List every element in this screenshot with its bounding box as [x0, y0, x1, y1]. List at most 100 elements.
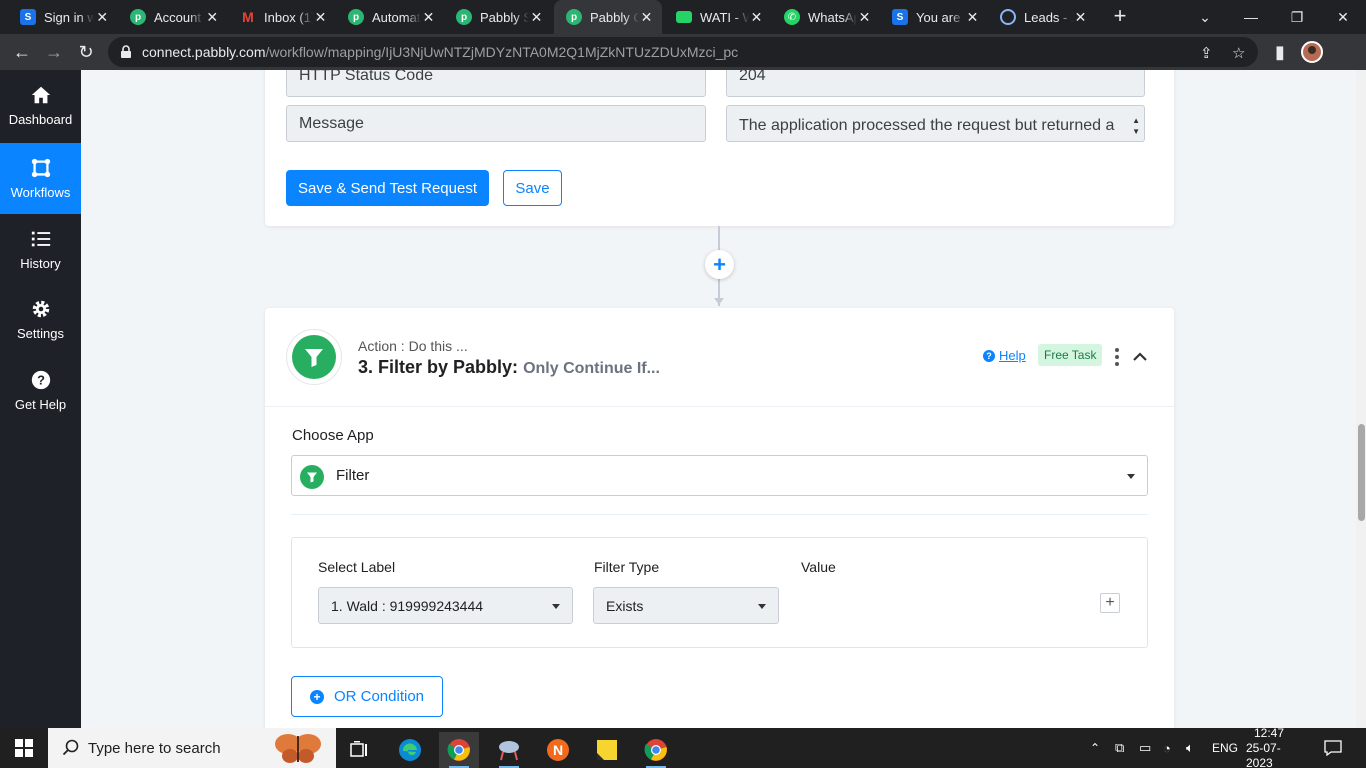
tab-wati[interactable]: WATI - WhatsApp ✕	[664, 0, 772, 34]
close-window-button[interactable]: ✕	[1320, 0, 1366, 34]
tab-gmail[interactable]: M Inbox (1) ✕	[228, 0, 336, 34]
history-icon	[31, 231, 50, 247]
gear-icon	[32, 300, 49, 318]
address-bar[interactable]: connect.pabbly.com/workflow/mapping/IjU3…	[108, 37, 1258, 67]
sidebar-item-get-help[interactable]: ? Get Help	[0, 355, 81, 426]
workflow-canvas: HTTP Status Code 204 Message The applica…	[81, 70, 1356, 728]
taskbar-search-box[interactable]: Type here to search	[48, 728, 336, 768]
tab-pabbly-connect[interactable]: p Pabbly Connect ✕	[554, 0, 662, 34]
tab-leads[interactable]: Leads - Zoho ✕	[988, 0, 1096, 34]
add-step-button[interactable]: +	[705, 250, 734, 279]
tab-automation[interactable]: p Automation ✕	[336, 0, 444, 34]
close-icon[interactable]: ✕	[421, 9, 436, 26]
tray-device-icon[interactable]: ⧉	[1115, 728, 1124, 768]
task-view-icon[interactable]	[340, 732, 380, 768]
close-icon[interactable]: ✕	[965, 9, 980, 26]
help-link[interactable]: ? Help	[983, 348, 1026, 363]
status-code-label-field[interactable]: HTTP Status Code	[286, 70, 706, 97]
tab-account[interactable]: p Account ✕	[118, 0, 228, 34]
save-button[interactable]: Save	[503, 170, 562, 206]
tab-you-are[interactable]: S You are ✕	[880, 0, 988, 34]
sticky-notes-icon[interactable]	[587, 732, 627, 768]
side-panel-icon[interactable]: ▮	[1268, 40, 1292, 64]
browser-tab-strip: S Sign in with Scalefusion ✕ p Account ✕…	[0, 0, 1366, 34]
sidebar-item-settings[interactable]: Settings	[0, 284, 81, 355]
filter-icon	[300, 465, 324, 489]
avatar[interactable]	[1301, 41, 1323, 63]
sidebar-item-workflows[interactable]: Workflows	[0, 143, 81, 214]
close-icon[interactable]: ✕	[639, 9, 654, 26]
new-tab-button[interactable]: +	[1108, 4, 1132, 28]
save-send-test-request-button[interactable]: Save & Send Test Request	[286, 170, 489, 206]
header-divider	[265, 406, 1174, 407]
close-icon[interactable]: ✕	[94, 9, 110, 26]
help-icon: ?	[31, 370, 50, 390]
collapse-chevron-up-icon[interactable]	[1133, 352, 1147, 362]
volume-icon[interactable]: 🔈︎	[1186, 728, 1194, 768]
reload-button[interactable]: ↻	[74, 40, 98, 64]
tab-scalefusion[interactable]: S Sign in with Scalefusion ✕	[8, 0, 118, 34]
pabbly-icon: p	[130, 9, 146, 25]
tray-overflow-icon[interactable]: ⌃	[1090, 728, 1100, 768]
status-code-value-field[interactable]: 204	[726, 70, 1145, 97]
close-icon[interactable]: ✕	[857, 9, 872, 26]
sidebar-item-dashboard[interactable]: Dashboard	[0, 70, 81, 141]
close-icon[interactable]: ✕	[313, 9, 328, 26]
app-n-icon[interactable]: N	[538, 732, 578, 768]
lock-icon	[121, 45, 131, 58]
workflow-icon	[31, 158, 50, 178]
message-label-field[interactable]: Message	[286, 105, 706, 142]
pabbly-icon: p	[566, 9, 582, 25]
forward-button[interactable]: →	[42, 40, 66, 64]
step-title: 3. Filter by Pabbly: Only Continue If...	[358, 357, 660, 377]
whatsapp-icon: ✆	[784, 9, 800, 25]
notification-icon[interactable]	[1324, 728, 1342, 768]
select-label-dropdown[interactable]: 1. Wald : 919999243444	[318, 587, 573, 624]
close-icon[interactable]: ✕	[529, 9, 544, 26]
value-header: Value	[801, 559, 836, 575]
edge-icon[interactable]	[390, 732, 430, 768]
filter-step-card: Action : Do this ... 3. Filter by Pabbly…	[265, 308, 1174, 728]
filter-app-logo	[286, 329, 342, 385]
back-button[interactable]: ←	[10, 40, 34, 64]
share-icon[interactable]: ⇪	[1200, 44, 1213, 62]
tab-search-chevron-icon[interactable]: ⌄	[1182, 0, 1228, 34]
clock[interactable]: 12:47 25-07-2023	[1246, 726, 1292, 768]
add-and-condition-button[interactable]: +	[1100, 593, 1120, 613]
svg-text:?: ?	[37, 373, 45, 388]
scrollbar-thumb[interactable]	[1358, 424, 1365, 521]
snipping-tool-icon[interactable]	[489, 732, 529, 768]
choose-app-select[interactable]: Filter	[291, 455, 1148, 496]
search-icon	[62, 739, 79, 756]
plus-circle-icon: +	[309, 689, 324, 704]
or-condition-button[interactable]: + OR Condition	[291, 676, 443, 717]
close-icon[interactable]: ✕	[749, 9, 764, 26]
windows-start-icon[interactable]	[4, 730, 44, 766]
language-indicator[interactable]: ENG	[1212, 728, 1238, 768]
filter-condition-group: Select Label Filter Type Value 1. Wald :…	[291, 537, 1148, 648]
chrome-icon[interactable]	[439, 732, 479, 768]
browser-toolbar: ← → ↻ connect.pabbly.com/workflow/mappin…	[0, 34, 1366, 70]
home-icon	[31, 86, 50, 104]
tab-whatsapp[interactable]: ✆ WhatsApp ✕	[772, 0, 880, 34]
textarea-scroll-down-icon[interactable]: ▼	[1132, 120, 1140, 141]
bookmark-star-icon[interactable]: ☆	[1232, 44, 1245, 62]
more-options-icon[interactable]	[1114, 348, 1120, 366]
free-task-badge: Free Task	[1038, 344, 1103, 366]
choose-app-label: Choose App	[292, 427, 374, 444]
action-caption: Action : Do this ...	[358, 338, 468, 354]
sidebar-item-history[interactable]: History	[0, 214, 81, 285]
tab-pabbly-subscription[interactable]: p Pabbly Subscription ✕	[444, 0, 552, 34]
pabbly-icon: p	[348, 9, 364, 25]
page-scrollbar[interactable]	[1356, 70, 1366, 728]
battery-icon[interactable]: ▭	[1139, 728, 1151, 768]
filter-type-dropdown[interactable]: Exists	[593, 587, 779, 624]
select-label-header: Select Label	[318, 559, 396, 575]
close-icon[interactable]: ✕	[204, 9, 220, 26]
restore-button[interactable]: ❐	[1274, 0, 1320, 34]
close-icon[interactable]: ✕	[1073, 9, 1088, 26]
message-value-field[interactable]: The application processed the request bu…	[726, 105, 1145, 142]
chrome-profile-icon[interactable]	[636, 732, 676, 768]
minimize-button[interactable]: —	[1228, 0, 1274, 34]
wifi-icon[interactable]: ◔	[1163, 728, 1171, 768]
